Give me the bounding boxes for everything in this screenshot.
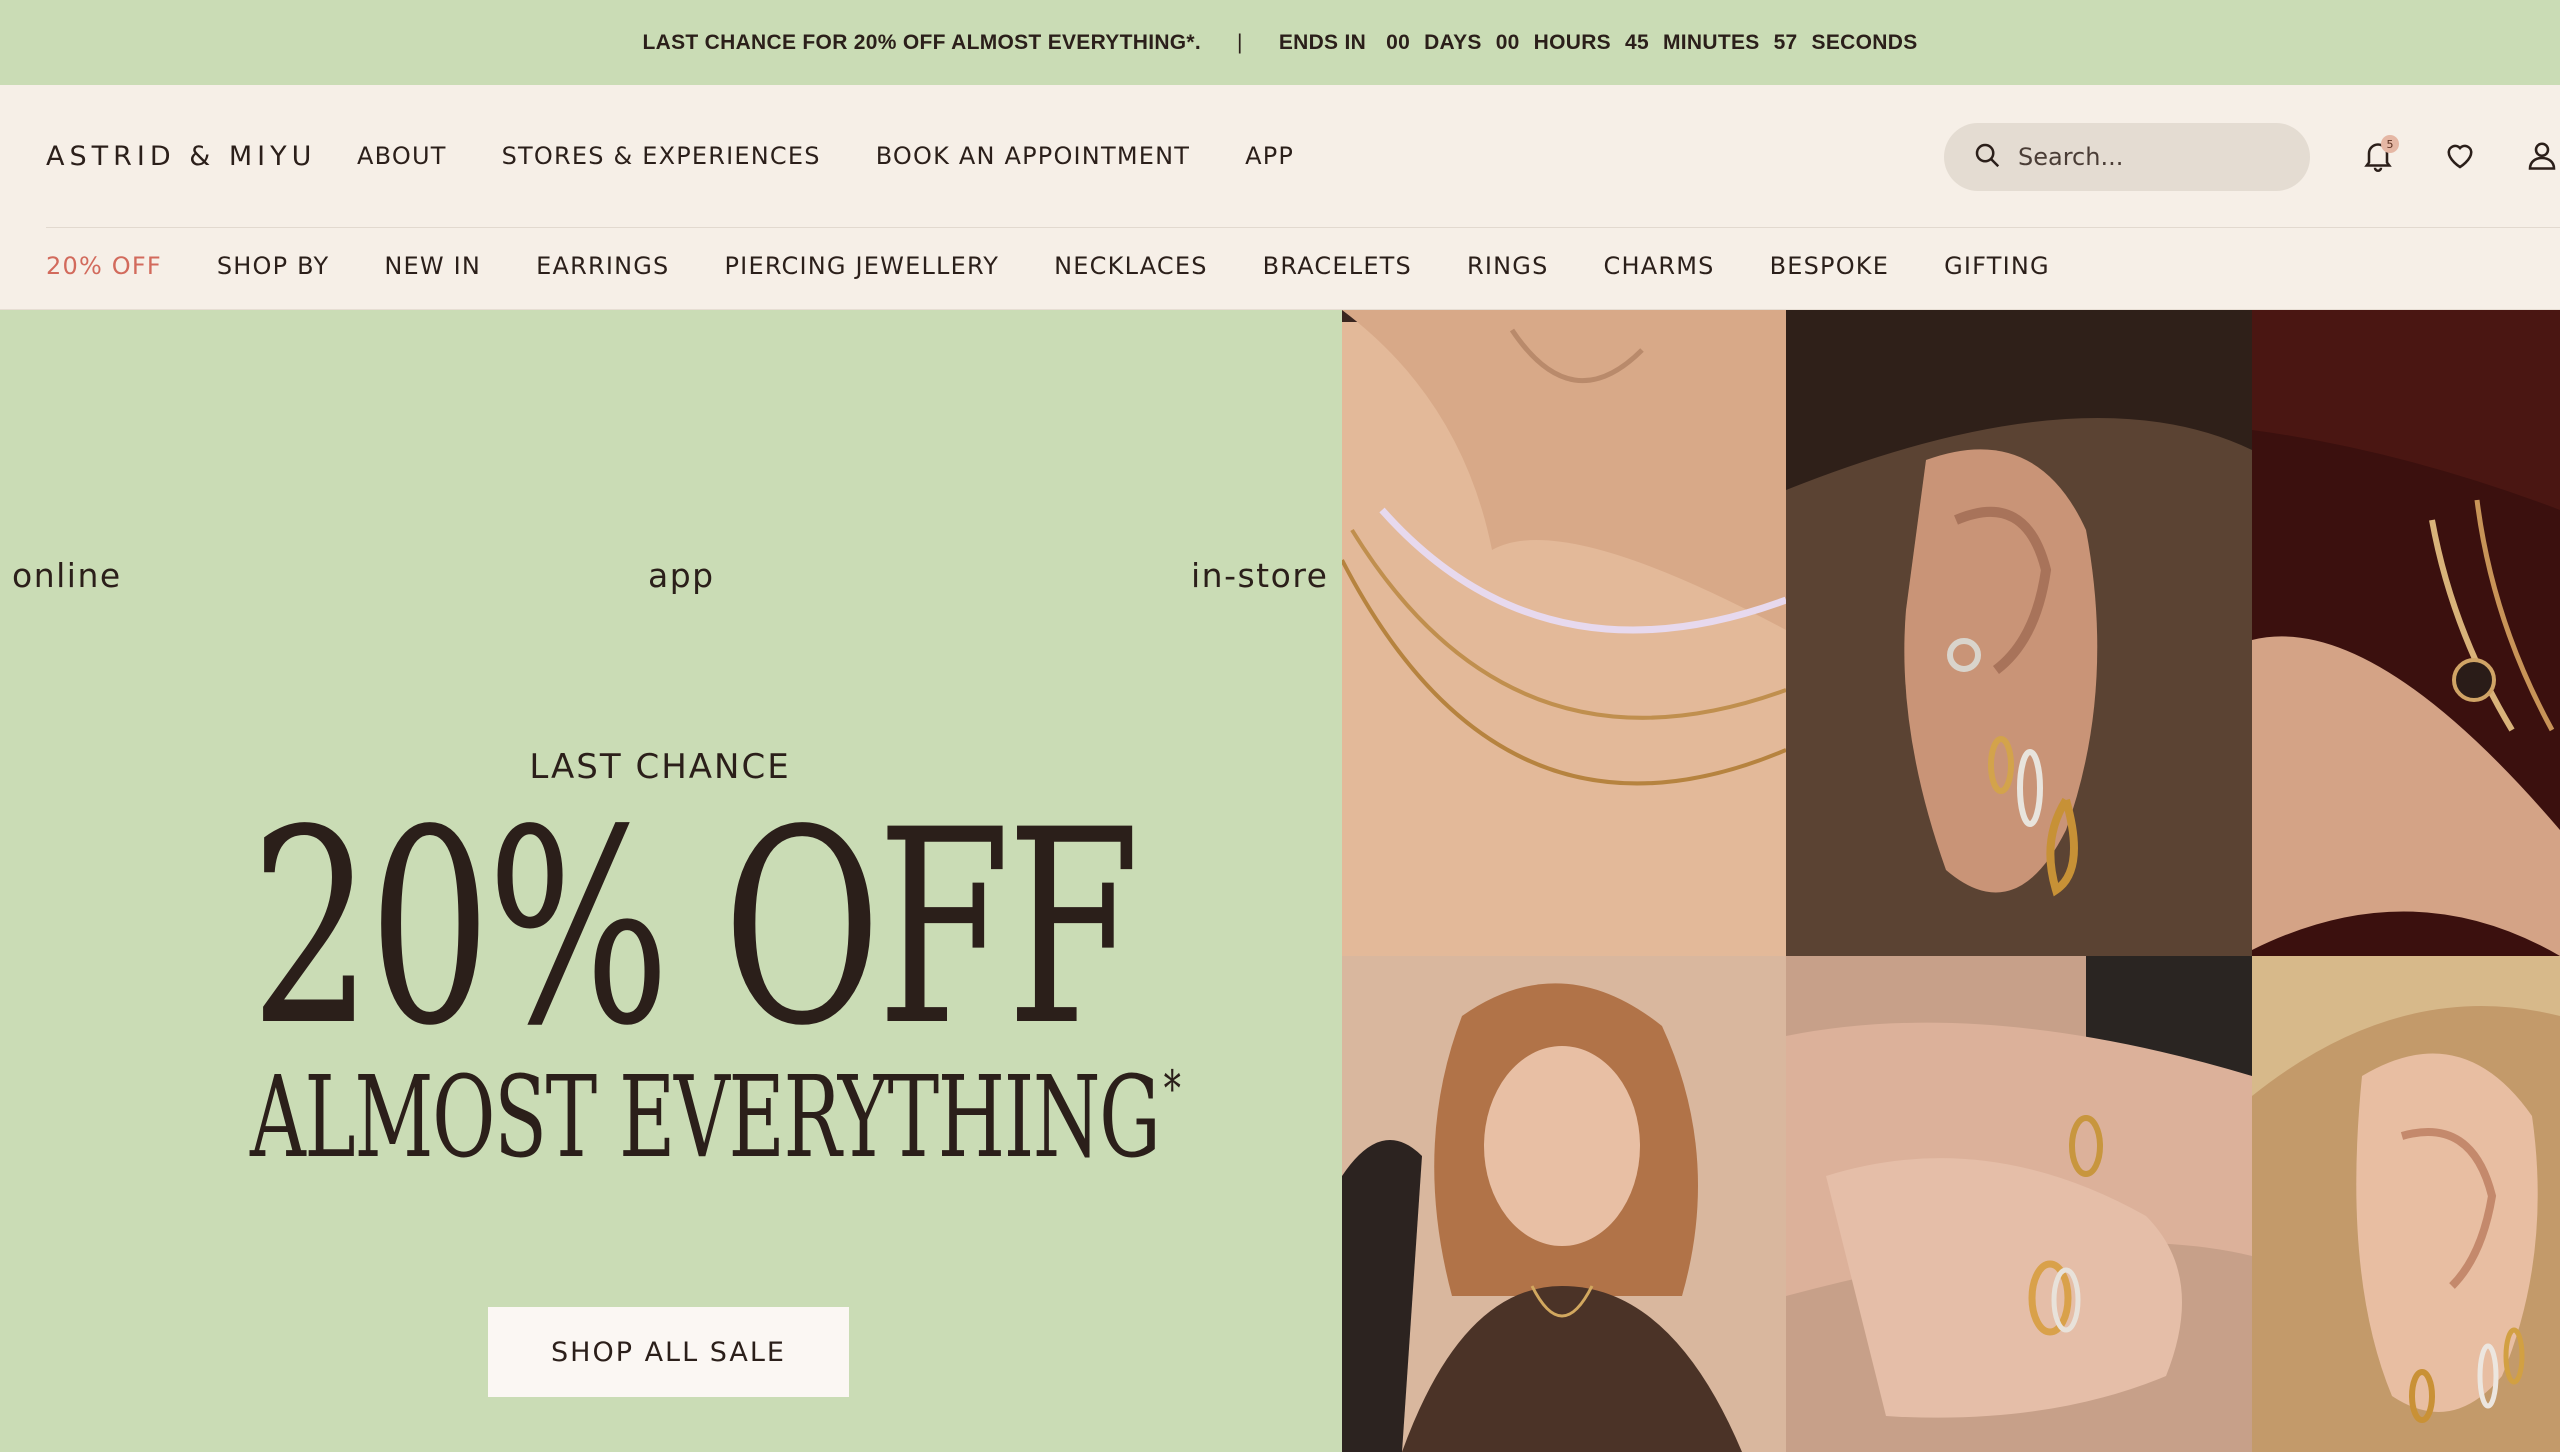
bell-icon[interactable]: 5	[2360, 135, 2399, 173]
earring-stack-image[interactable]	[2252, 956, 2560, 1452]
rings-image[interactable]	[1786, 956, 2252, 1452]
category-nav: 20% OFF SHOP BY NEW IN EARRINGS PIERCING…	[0, 228, 2560, 310]
category-piercing-jewellery[interactable]: PIERCING JEWELLERY	[725, 252, 1000, 280]
hero-subtitle-mark: *	[1163, 1060, 1181, 1118]
category-charms[interactable]: CHARMS	[1604, 252, 1715, 280]
promo-bar: LAST CHANCE FOR 20% OFF ALMOST EVERYTHIN…	[0, 0, 2560, 85]
category-new-in[interactable]: NEW IN	[384, 252, 481, 280]
model-portrait-image[interactable]	[1342, 956, 1786, 1452]
channel-online: online	[12, 556, 122, 595]
nav-about[interactable]: ABOUT	[357, 142, 447, 170]
countdown-minutes-value: 45	[1625, 30, 1649, 54]
countdown-hours-value: 00	[1495, 30, 1520, 54]
nav-stores-experiences[interactable]: STORES & EXPERIENCES	[502, 142, 821, 170]
channel-in-store: in-store	[1191, 556, 1329, 595]
category-rings[interactable]: RINGS	[1467, 252, 1549, 280]
category-gifting[interactable]: GIFTING	[1944, 252, 2050, 280]
nav-app[interactable]: APP	[1245, 142, 1294, 170]
hero-subtitle: ALMOST EVERYTHING*	[250, 1060, 1181, 1174]
shop-all-sale-button[interactable]: SHOP ALL SALE	[488, 1307, 849, 1397]
countdown-hours-label: HOURS	[1533, 30, 1611, 54]
category-sale[interactable]: 20% OFF	[46, 252, 162, 280]
category-bracelets[interactable]: BRACELETS	[1263, 252, 1412, 280]
bracelet-image[interactable]	[2252, 310, 2560, 956]
user-icon[interactable]	[2524, 137, 2560, 173]
category-earrings[interactable]: EARRINGS	[536, 252, 669, 280]
category-necklaces[interactable]: NECKLACES	[1054, 252, 1208, 280]
brand-logo[interactable]: ASTRID & MIYU	[46, 141, 316, 172]
ear-cuff-image[interactable]	[1786, 310, 2252, 956]
promo-message: LAST CHANCE FOR 20% OFF ALMOST EVERYTHIN…	[642, 30, 1202, 54]
hero-banner: online app in-store LAST CHANCE 20% OFF …	[0, 310, 1342, 1452]
countdown-seconds-value: 57	[1773, 30, 1798, 54]
countdown-seconds-label: SECONDS	[1811, 30, 1918, 54]
promo-separator: |	[1237, 30, 1243, 54]
category-bespoke[interactable]: BESPOKE	[1770, 252, 1890, 280]
countdown-ends-in: ENDS IN	[1278, 30, 1367, 54]
channel-app: app	[648, 556, 715, 595]
top-nav: ABOUT STORES & EXPERIENCES BOOK AN APPOI…	[357, 142, 1294, 170]
notification-badge: 5	[2381, 135, 2399, 153]
site-header: ASTRID & MIYU ABOUT STORES & EXPERIENCES…	[0, 85, 2560, 227]
heart-icon[interactable]	[2442, 137, 2478, 173]
hero-subtitle-text: ALMOST EVERYTHING	[250, 1053, 1161, 1183]
search-input[interactable]	[2018, 143, 2278, 171]
necklace-image[interactable]	[1342, 310, 1786, 956]
nav-book-appointment[interactable]: BOOK AN APPOINTMENT	[876, 142, 1190, 170]
countdown-days-value: 00	[1386, 30, 1411, 54]
countdown-days-label: DAYS	[1424, 30, 1482, 54]
category-shop-by[interactable]: SHOP BY	[217, 252, 330, 280]
search-icon	[1972, 140, 2002, 174]
search-bar[interactable]	[1944, 123, 2310, 191]
countdown-minutes-label: MINUTES	[1662, 30, 1760, 54]
hero-title: 20% OFF	[250, 773, 1140, 1085]
